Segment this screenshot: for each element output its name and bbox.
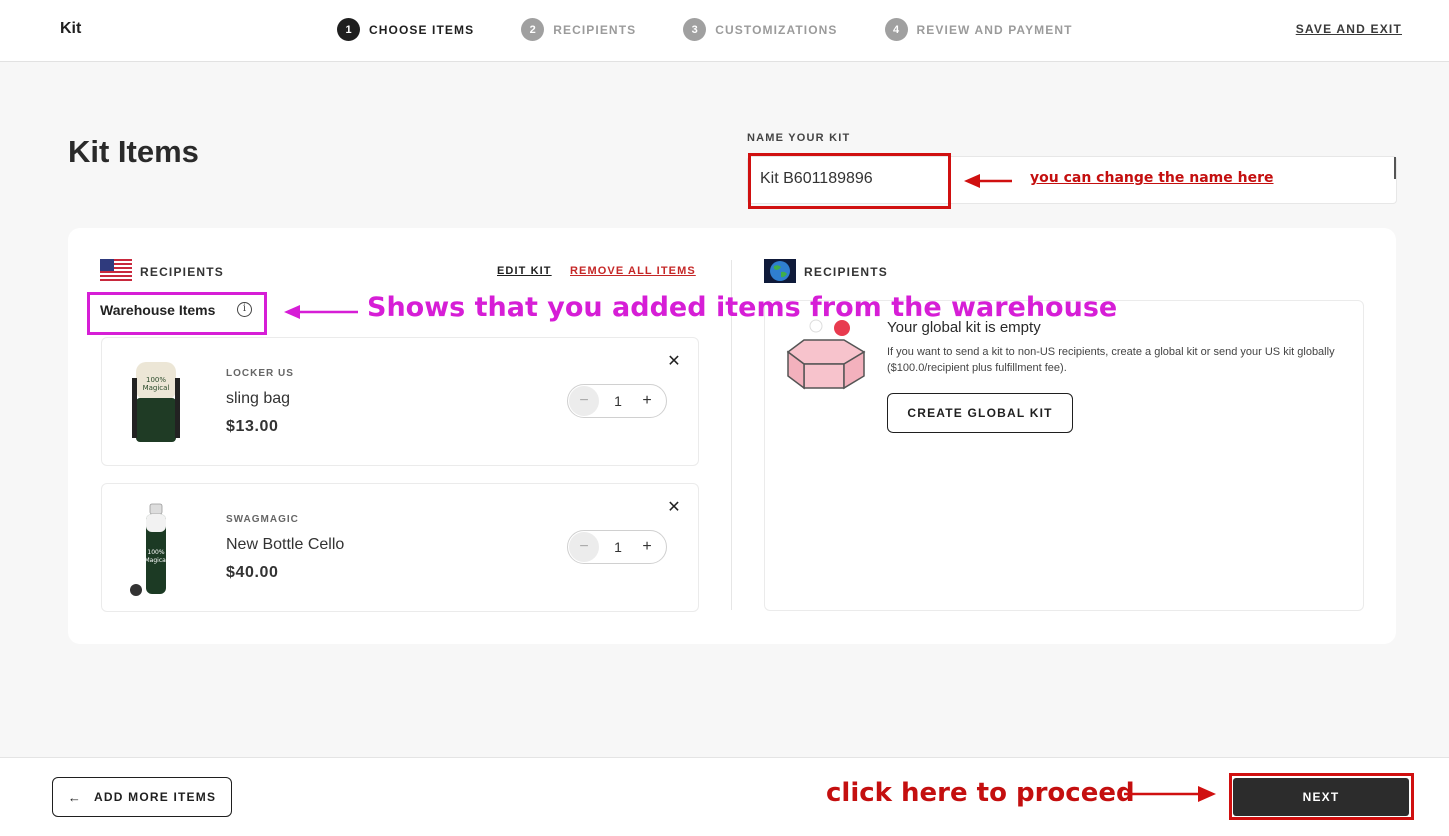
quantity-value: 1 [614,539,622,555]
step-label: CHOOSE ITEMS [369,22,475,37]
proceed-hint-annotation: click here to proceed [826,778,1135,808]
step-choose-items[interactable]: 1 CHOOSE ITEMS [337,18,474,41]
warehouse-items-title: Warehouse Items [100,302,216,318]
brand-title: Kit [60,20,82,37]
arrow-right-annotation-icon [1124,786,1216,802]
page-title: Kit Items [68,134,199,169]
item-brand: SWAGMAGIC [226,514,299,525]
item-price: $13.00 [226,418,279,435]
step-number: 4 [884,18,908,41]
step-recipients[interactable]: 2 RECIPIENTS [521,18,636,41]
plus-icon[interactable]: + [632,386,662,416]
warehouse-hint-annotation: Shows that you added items from the ware… [367,292,1118,323]
quantity-stepper: − 1 + [567,384,667,418]
quantity-stepper: − 1 + [567,530,667,564]
item-brand: LOCKER US [226,368,294,379]
empty-box-icon [786,319,866,390]
global-empty-description: If you want to send a kit to non-US reci… [887,346,1335,374]
us-flag-icon [100,259,132,283]
arrow-left-annotation-icon [284,305,358,319]
close-icon[interactable]: ✕ [666,500,682,516]
text-caret [1394,157,1396,179]
bottle-image: 100% Magical [130,503,168,596]
step-review-payment[interactable]: 4 REVIEW AND PAYMENT [884,18,1073,41]
us-recipients-label: RECIPIENTS [140,265,225,279]
kit-name-label: NAME YOUR KIT [747,132,851,144]
close-icon[interactable]: ✕ [666,354,682,370]
step-number: 1 [337,18,360,41]
create-global-kit-button[interactable]: CREATE GLOBAL KIT [887,393,1073,433]
globe-icon [764,259,796,283]
step-label: RECIPIENTS [553,22,637,37]
arrow-left-annotation-icon [964,174,1012,188]
step-label: CUSTOMIZATIONS [715,22,838,37]
add-more-items-button[interactable]: ← ADD MORE ITEMS [52,777,232,817]
step-label: REVIEW AND PAYMENT [916,22,1073,37]
item-name: New Bottle Cello [226,536,345,553]
plus-icon[interactable]: + [632,532,662,562]
kit-item-card: 100% Magical SWAGMAGIC New Bottle Cello … [101,483,699,612]
add-more-items-label: ADD MORE ITEMS [94,790,217,804]
info-icon[interactable]: i [237,302,252,317]
minus-icon[interactable]: − [569,532,599,562]
remove-all-items-link[interactable]: REMOVE ALL ITEMS [570,265,696,277]
step-customizations[interactable]: 3 CUSTOMIZATIONS [683,18,837,41]
step-progress: 1 CHOOSE ITEMS 2 RECIPIENTS 3 CUSTOMIZAT… [337,18,1120,41]
next-button[interactable]: NEXT [1233,778,1409,816]
arrow-left-icon: ← [67,789,83,805]
item-price: $40.00 [226,564,279,581]
edit-kit-link[interactable]: EDIT KIT [497,265,552,277]
svg-text:Magical: Magical [145,557,168,564]
name-highlight-box [748,153,951,209]
step-number: 3 [683,18,707,41]
top-header: Kit 1 CHOOSE ITEMS 2 RECIPIENTS 3 CUSTOM… [0,0,1449,62]
minus-icon[interactable]: − [569,386,599,416]
quantity-value: 1 [614,393,622,409]
name-hint-annotation: you can change the name here [1030,170,1274,186]
item-name: sling bag [226,390,291,407]
step-number: 2 [521,18,545,41]
sling-bag-image: 100% Magical [132,362,180,442]
svg-text:100%: 100% [147,549,164,556]
save-and-exit-link[interactable]: SAVE AND EXIT [1296,22,1402,36]
global-recipients-label: RECIPIENTS [804,265,889,279]
svg-text:100%: 100% [146,376,166,384]
kit-item-card: 100% Magical LOCKER US sling bag $13.00 … [101,337,699,466]
svg-text:Magical: Magical [143,384,170,392]
